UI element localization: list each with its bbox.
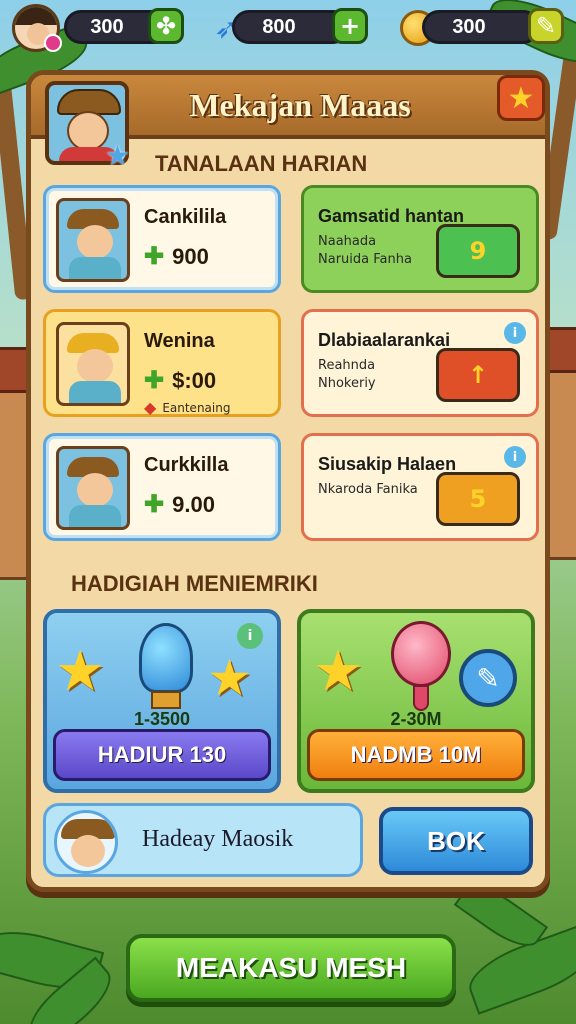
quest-line: Naahada <box>318 234 377 249</box>
plus-icon: ✚ <box>144 367 165 394</box>
panel-title: Mekajan Maaas <box>189 87 411 123</box>
body-graphic <box>69 257 121 279</box>
task-card[interactable]: Cankilila ✚ 900 <box>43 185 281 293</box>
balloon-tail <box>413 685 429 711</box>
task-reward-value: 9.00 <box>172 491 215 517</box>
quest-line: Nhokeriy <box>318 376 376 391</box>
task-reward: ✚ 9.00 <box>144 490 215 519</box>
friend-avatar <box>54 810 118 874</box>
task-title: Curkkilla <box>144 454 229 476</box>
quest-line: Nkaroda Fanika <box>318 482 418 497</box>
task-character-image <box>56 446 130 530</box>
daily-panel: ★ Mekajan Maaas ★ TANALAAN HARIAN Cankil… <box>26 70 550 892</box>
claim-gift-button[interactable]: HADIUR 130 <box>53 729 271 781</box>
resource-bar: 300 ✤ ➶ 800 + 300 ✎ <box>0 0 576 58</box>
bag-icon: 5 <box>436 472 520 526</box>
add-resource-button[interactable]: + <box>332 8 368 44</box>
gift-card: ★ ✎ 2-30M NADMB 10M <box>297 609 535 793</box>
resource-value-third: 300 <box>452 15 486 38</box>
task-title: Wenina <box>144 330 215 352</box>
lightbulb-icon <box>139 623 193 693</box>
quest-title: Siusakip Halaen <box>318 454 457 474</box>
balloon-icon <box>391 621 451 687</box>
resource-value-second: 800 <box>262 15 296 38</box>
gift-card: ★ ★ i 1-3500 HADIUR 130 <box>43 609 281 793</box>
face-graphic <box>77 349 113 383</box>
ticket-icon[interactable]: ✎ <box>459 649 517 707</box>
star-badge-icon: ★ <box>105 139 131 172</box>
task-subreward: ◆ Eantenaing <box>144 398 230 417</box>
face-graphic <box>77 473 113 507</box>
info-icon[interactable]: i <box>504 446 526 468</box>
star-icon: ★ <box>207 649 252 707</box>
task-reward: ✚ $:00 <box>144 366 216 395</box>
gift-value: 2-30M <box>390 709 442 729</box>
friend-name: Hadeay Maosik <box>142 826 294 852</box>
task-card[interactable]: Wenina ✚ $:00 ◆ Eantenaing <box>43 309 281 417</box>
quest-card[interactable]: Gamsatid hantan Naahada Naruida Fanha 9 <box>301 185 539 293</box>
bag-icon: ↑ <box>436 348 520 402</box>
bag-icon: 9 <box>436 224 520 278</box>
quest-line: Naruida Fanha <box>318 252 412 267</box>
gift-value: 1-3500 <box>133 709 191 729</box>
gem-icon: ◆ <box>144 398 157 417</box>
star-icon: ★ <box>313 639 364 704</box>
body-graphic <box>69 381 121 403</box>
task-title: Cankilila <box>144 206 227 228</box>
lightbulb-base <box>151 691 181 709</box>
task-reward-value: 900 <box>172 243 209 269</box>
quest-card[interactable]: Siusakip Halaen Nkaroda Fanika i 5 <box>301 433 539 541</box>
quest-title: Dlabiaalarankai <box>318 330 451 350</box>
quest-line: Reahnda <box>318 358 376 373</box>
task-character-image <box>56 198 130 282</box>
clover-icon[interactable]: ✤ <box>148 8 184 44</box>
info-icon[interactable]: i <box>237 623 263 649</box>
star-icon[interactable]: ★ <box>497 75 545 121</box>
daily-tasks-title: TANALAAN HARIAN <box>155 151 368 176</box>
info-icon[interactable]: i <box>504 322 526 344</box>
face-graphic <box>67 111 109 151</box>
task-reward-value: $:00 <box>172 367 217 393</box>
task-reward: ✚ 900 <box>144 242 209 271</box>
pencil-icon[interactable]: ✎ <box>528 8 564 44</box>
notification-badge <box>44 34 62 52</box>
plus-icon: ✚ <box>144 243 165 270</box>
plus-icon: ✚ <box>144 491 165 518</box>
resource-counter-third: 300 <box>422 10 540 44</box>
star-icon: ★ <box>55 639 106 704</box>
task-subreward-label: Eantenaing <box>162 400 231 415</box>
quest-card[interactable]: Dlabiaalarankai Reahnda Nhokeriy i ↑ <box>301 309 539 417</box>
resource-value-first: 300 <box>90 15 124 38</box>
face-graphic <box>77 225 113 259</box>
gifts-title: HADIGIAH MENIEMRIKI <box>71 571 318 596</box>
task-card[interactable]: Curkkilla ✚ 9.00 <box>43 433 281 541</box>
claim-gift-button[interactable]: NADMB 10M <box>307 729 525 781</box>
main-action-button[interactable]: MEAKASU MESH <box>126 934 456 1002</box>
face-graphic <box>71 835 105 867</box>
book-button[interactable]: BOK <box>379 807 533 875</box>
friend-row[interactable]: Hadeay Maosik <box>43 803 363 877</box>
task-character-image <box>56 322 130 406</box>
body-graphic <box>69 505 121 527</box>
